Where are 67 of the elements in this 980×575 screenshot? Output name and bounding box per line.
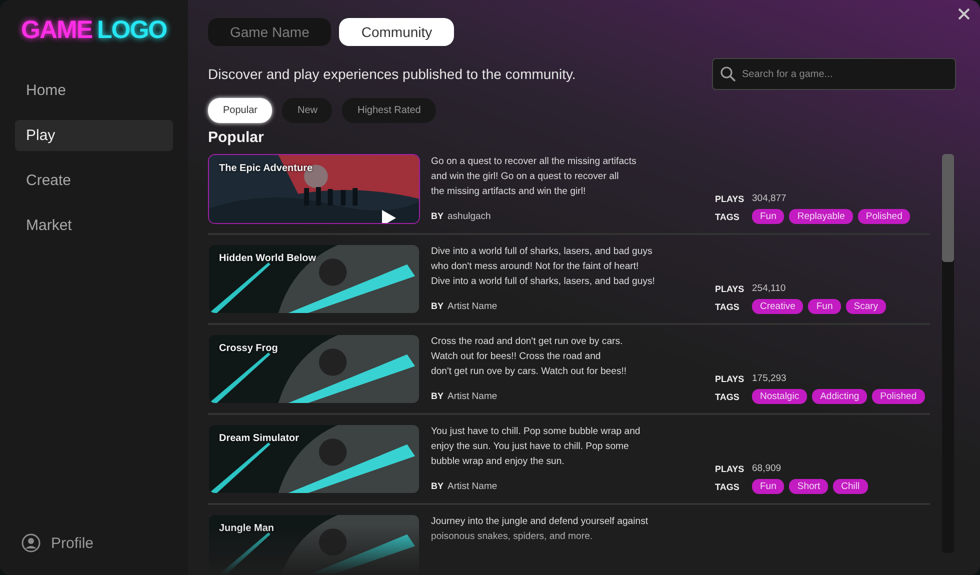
user-icon — [21, 533, 41, 553]
tab[interactable]: Community — [339, 18, 454, 46]
game-thumbnail[interactable]: Hidden World Below — [208, 244, 420, 314]
profile-link[interactable]: Profile — [51, 534, 94, 552]
nav-item[interactable]: Market — [15, 210, 173, 241]
game-description: Journey into the jungle and defend yourself against poisonous snakes, spiders, and more. — [431, 515, 650, 544]
game-title: Jungle Man — [219, 523, 274, 534]
game-description: Go on a quest to recover all the missing artifacts and win the girl! Go on a quest to recover all the missing artifacts and win the girl! — [431, 155, 638, 199]
nav-item[interactable]: Home — [15, 75, 173, 106]
label: TAGS — [715, 212, 740, 222]
tag[interactable]: Fun — [752, 479, 784, 494]
tag[interactable]: Scary — [846, 299, 886, 314]
author-name: ashulgach — [448, 211, 491, 222]
filter-chip[interactable]: Highest Rated — [342, 98, 436, 123]
label: TAGS — [715, 302, 740, 312]
author-name: Artist Name — [448, 391, 498, 402]
game-thumbnail[interactable]: Jungle Man — [208, 514, 420, 575]
tag[interactable]: Creative — [752, 299, 804, 314]
author-name: Artist Name — [448, 301, 498, 312]
subtitle: Discover and play experiences published to the community. — [208, 66, 576, 82]
logo-text: LOGO — [97, 16, 167, 45]
filter-chip[interactable]: New — [282, 98, 332, 123]
game-title: Hidden World Below — [219, 253, 316, 264]
label: BY — [431, 211, 444, 221]
game-thumbnail[interactable]: The Epic Adventure — [208, 154, 420, 224]
tab[interactable]: Game Name — [208, 18, 332, 46]
nav-item[interactable]: Play — [15, 120, 173, 151]
author-name: Artist Name — [448, 481, 498, 492]
nav-item[interactable]: Create — [15, 165, 173, 196]
game-description: You just have to chill. Pop some bubble wrap and enjoy the sun. You just have to chill. Pop some bubble wrap and enjoy the sun. — [431, 425, 642, 469]
tag[interactable]: Fun — [752, 209, 784, 224]
tag[interactable]: Fun — [808, 299, 841, 314]
tag[interactable]: Chill — [833, 479, 868, 494]
label: BY — [431, 481, 444, 491]
filter-chip[interactable]: Popular — [208, 98, 272, 123]
search-field[interactable]: Search for a game... — [712, 58, 956, 90]
play-count: 68,909 — [752, 463, 782, 474]
game-title: Crossy Frog — [219, 343, 278, 354]
play-count: 304,877 — [752, 193, 786, 204]
game-description: Cross the road and don't get run ove by cars. Watch out for bees!! Cross the road and don't get run ove by cars. Watch out for bees!! — [431, 335, 628, 379]
tag[interactable]: Nostalgic — [752, 389, 808, 404]
tag[interactable]: Addicting — [812, 389, 868, 404]
tag[interactable]: Short — [789, 479, 828, 494]
play-count: 175,293 — [752, 373, 786, 384]
label: BY — [431, 301, 444, 311]
tag[interactable]: Replayable — [789, 209, 853, 224]
label: PLAYS — [715, 464, 746, 474]
play-count: 254,110 — [752, 283, 786, 294]
label: TAGS — [715, 392, 740, 402]
game-thumbnail[interactable]: Dream Simulator — [208, 424, 420, 494]
game-title: The Epic Adventure — [219, 163, 313, 174]
logo-text: GAME — [21, 16, 92, 45]
label: TAGS — [715, 482, 740, 492]
tag[interactable]: Polished — [858, 209, 910, 224]
game-description: Dive into a world full of sharks, lasers, and bad guys who don't mess around! Not for the faint of heart! Dive into a world full of sharks, lasers, and bad guys! — [431, 245, 656, 289]
game-title: Dream Simulator — [219, 433, 300, 444]
label: BY — [431, 391, 444, 401]
search-icon — [720, 66, 736, 82]
scrollbar-thumb[interactable] — [942, 154, 954, 262]
label: PLAYS — [715, 374, 746, 384]
section-heading: Popular — [208, 129, 265, 146]
game-thumbnail[interactable]: Crossy Frog — [208, 334, 420, 404]
tag[interactable]: Polished — [872, 389, 925, 404]
close-icon[interactable] — [958, 8, 970, 20]
play-icon[interactable] — [381, 209, 397, 223]
label: PLAYS — [715, 194, 746, 204]
label: PLAYS — [715, 284, 746, 294]
